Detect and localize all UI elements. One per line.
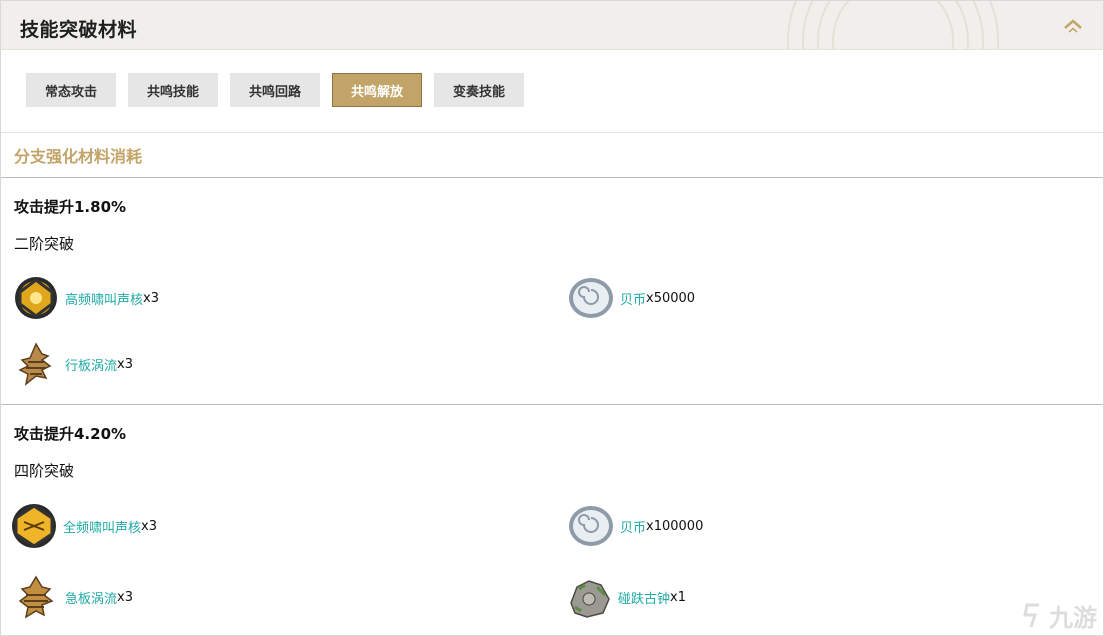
section-title: 分支强化材料消耗 (14, 147, 143, 166)
material-qty: x50000 (646, 290, 696, 306)
material-qty: x3 (141, 518, 157, 534)
material-item[interactable]: 全频啸叫声核 x3 (10, 502, 157, 550)
core-orb-icon (15, 277, 57, 319)
tab-forte-circuit[interactable]: 共鸣回路 (230, 73, 320, 107)
divider (1, 132, 1103, 133)
panel-title: 技能突破材料 (20, 19, 138, 41)
material-name[interactable]: 行板涡流 (65, 355, 117, 374)
tab-normal-attack[interactable]: 常态攻击 (26, 73, 116, 107)
skill-breakthrough-panel: 技能突破材料 常态攻击 共鸣技能 共鸣回路 共鸣解放 变奏技能 分支强化材料消耗… (0, 0, 1104, 636)
shell-coin-icon (569, 278, 613, 318)
core-orb-icon (12, 504, 56, 548)
material-name[interactable]: 全频啸叫声核 (63, 517, 141, 536)
chevron-up-icon[interactable] (1061, 16, 1085, 36)
level-block-1: 攻击提升1.80% 二阶突破 高频啸叫声核 x3 贝币 x50000 行板涡流 … (1, 178, 1103, 404)
material-item[interactable]: 急板涡流 x3 (12, 573, 133, 621)
material-qty: x3 (117, 356, 133, 372)
header-decoration (787, 1, 999, 49)
vortex-spiral-icon (18, 575, 54, 619)
material-qty: x3 (143, 290, 159, 306)
material-name[interactable]: 贝币 (620, 517, 646, 536)
material-item[interactable]: 贝币 x100000 (567, 502, 703, 550)
material-qty: x100000 (646, 518, 704, 534)
material-item[interactable]: 碰趺古钟 x1 (565, 573, 686, 621)
shell-coin-icon (569, 506, 613, 546)
material-qty: x3 (117, 589, 133, 605)
material-qty: x1 (670, 589, 686, 605)
watermark-text: 九游 (1049, 604, 1097, 632)
tab-resonance-skill[interactable]: 共鸣技能 (128, 73, 218, 107)
level-stage: 二阶突破 (14, 235, 75, 253)
level-stage: 四阶突破 (14, 462, 75, 480)
level-title: 攻击提升1.80% (14, 198, 127, 216)
material-item[interactable]: 贝币 x50000 (567, 274, 695, 322)
material-name[interactable]: 急板涡流 (65, 588, 117, 607)
level-title: 攻击提升4.20% (14, 425, 127, 443)
material-name[interactable]: 贝币 (620, 289, 646, 308)
material-item[interactable]: 行板涡流 x3 (12, 340, 133, 388)
vortex-spiral-icon (18, 342, 52, 386)
tab-resonance-liberation[interactable]: 共鸣解放 (332, 73, 422, 107)
watermark: 九游 (1017, 598, 1097, 633)
material-item[interactable]: 高频啸叫声核 x3 (12, 274, 159, 322)
panel-header: 技能突破材料 (1, 1, 1103, 50)
material-name[interactable]: 碰趺古钟 (618, 588, 670, 607)
tab-intro-skill[interactable]: 变奏技能 (434, 73, 524, 107)
ancient-bell-rock-icon (570, 580, 610, 618)
watermark-logo-icon (1023, 603, 1039, 627)
level-block-2: 攻击提升4.20% 四阶突破 全频啸叫声核 x3 贝币 x100000 急板涡流… (1, 405, 1103, 635)
material-name[interactable]: 高频啸叫声核 (65, 289, 143, 308)
